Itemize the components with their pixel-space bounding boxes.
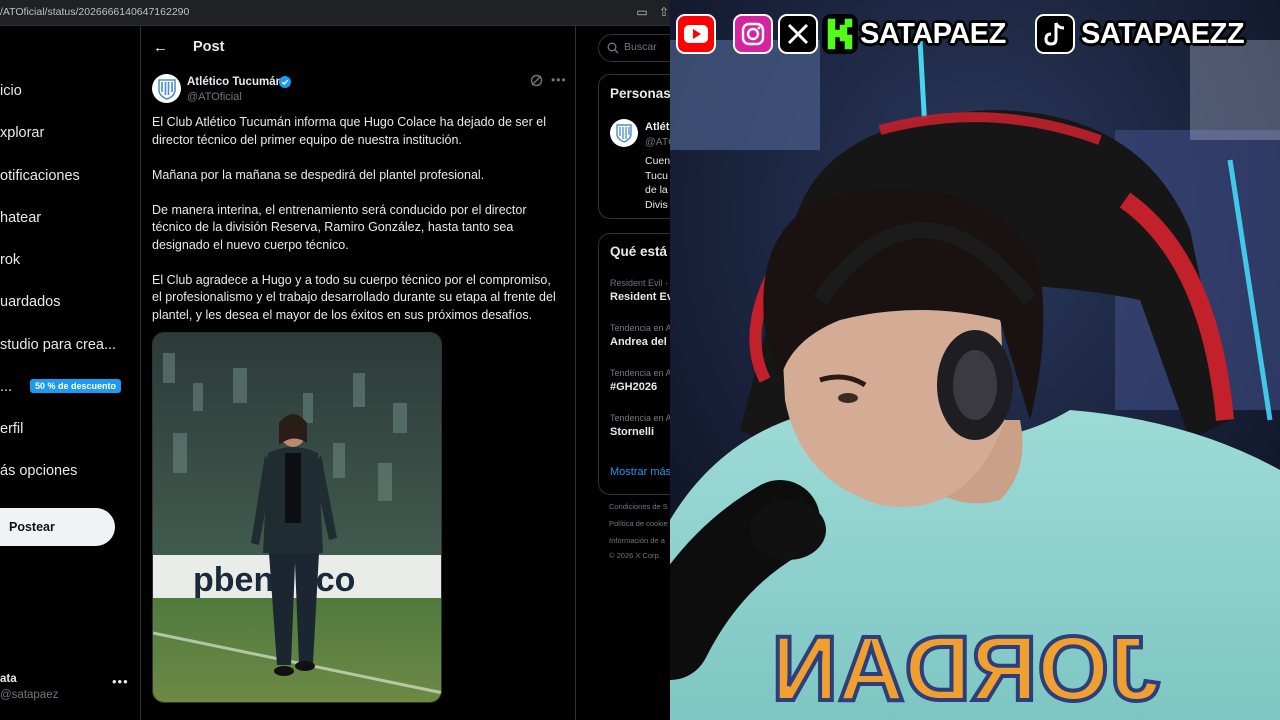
kick-handle: SATAPAEZ bbox=[860, 18, 1006, 50]
post-paragraph: El Club Atlético Tucumán informa que Hug… bbox=[152, 115, 546, 147]
people-bio-line: de la bbox=[645, 184, 668, 196]
right-sidebar: Buscar Personas Atlét @ATO Cuen Tucu de … bbox=[576, 26, 670, 720]
nav-item-notifications[interactable]: otificaciones bbox=[0, 168, 80, 184]
trend-context: Tendencia en A bbox=[610, 413, 670, 423]
trends-panel-title: Qué está bbox=[610, 244, 668, 259]
account-handle[interactable]: @satapaez bbox=[0, 689, 58, 701]
post-paragraph: Mañana por la mañana se despedirá del pl… bbox=[152, 167, 485, 182]
footer-link-ads-info[interactable]: Información de a bbox=[609, 536, 665, 545]
nav-item-more-options[interactable]: ás opciones bbox=[0, 463, 77, 479]
url-text[interactable]: /ATOficial/status/2026666140647162290 bbox=[0, 6, 189, 18]
nav-item-grok[interactable]: rok bbox=[0, 252, 20, 268]
show-more-link[interactable]: Mostrar más bbox=[610, 466, 670, 478]
tiktok-handle: SATAPAEZZ bbox=[1081, 18, 1245, 50]
youtube-icon bbox=[676, 14, 716, 54]
search-placeholder: Buscar bbox=[624, 41, 657, 53]
people-handle[interactable]: @ATO bbox=[645, 136, 670, 148]
post-paragraph: De manera interina, el entrenamiento ser… bbox=[152, 202, 527, 252]
people-bio-line: Divis bbox=[645, 198, 668, 211]
kick-icon bbox=[822, 14, 858, 54]
trend-context: Resident Evil · bbox=[610, 278, 669, 288]
trend-context: Tendencia en A bbox=[610, 323, 670, 333]
premium-discount-badge[interactable]: 50 % de descuento bbox=[30, 379, 122, 393]
x-icon bbox=[778, 14, 818, 54]
post-paragraph: El Club agradece a Hugo y a todo su cuer… bbox=[152, 272, 556, 322]
nav-item-premium[interactable]: ... bbox=[0, 379, 12, 395]
nav-item-explore[interactable]: xplorar bbox=[0, 125, 44, 141]
trend-item[interactable]: Stornelli bbox=[610, 426, 654, 438]
account-more-icon[interactable]: ••• bbox=[112, 674, 129, 689]
grok-icon[interactable] bbox=[530, 74, 543, 87]
coach-on-pitch-photo: pbentifico bbox=[153, 333, 441, 702]
page-title: Post bbox=[193, 39, 225, 55]
account-name[interactable]: ata bbox=[0, 673, 17, 685]
people-panel-title: Personas bbox=[610, 86, 670, 101]
post-text: El Club Atlético Tucumán informa que Hug… bbox=[152, 114, 564, 342]
nav-item-bookmarks[interactable]: uardados bbox=[0, 294, 60, 310]
author-name[interactable]: Atlético Tucumán bbox=[187, 76, 283, 88]
club-crest-icon bbox=[157, 78, 176, 100]
tiktok-icon bbox=[1035, 14, 1075, 54]
trend-context: Tendencia en A bbox=[610, 368, 670, 378]
nav-item-creator-studio[interactable]: studio para crea... bbox=[0, 337, 116, 353]
browser-window: /ATOficial/status/2026666140647162290 ▭ … bbox=[0, 0, 670, 720]
author-handle[interactable]: @ATOficial bbox=[187, 91, 242, 103]
nav-item-chat[interactable]: hatear bbox=[0, 210, 41, 226]
instagram-icon bbox=[733, 14, 773, 54]
post-column: ← Post Atlético Tucumán @ATOficial ••• E… bbox=[141, 26, 576, 720]
trend-item[interactable]: Andrea del bbox=[610, 336, 667, 348]
share-icon[interactable]: ⇧ bbox=[656, 4, 670, 20]
nav-item-home[interactable]: icio bbox=[0, 83, 22, 99]
search-input[interactable]: Buscar bbox=[598, 34, 670, 62]
people-bio-line: Cuen bbox=[645, 155, 670, 167]
streamer-webcam-image: JORDAN bbox=[670, 0, 1280, 720]
left-navigation: icio xplorar otificaciones hatear rok ua… bbox=[0, 26, 141, 720]
nav-item-profile[interactable]: erfil bbox=[0, 421, 23, 437]
people-bio-line: Tucu bbox=[645, 169, 668, 182]
verified-badge-icon bbox=[279, 76, 291, 88]
search-icon bbox=[607, 42, 619, 54]
club-crest-icon bbox=[616, 124, 632, 143]
footer-copyright: © 2026 X Corp. bbox=[609, 551, 661, 560]
svg-text:JORDAN: JORDAN bbox=[772, 618, 1160, 720]
people-panel: Personas Atlét @ATO Cuen Tucu de la Divi… bbox=[598, 74, 670, 219]
trends-panel: Qué está Resident Evil · Resident Ev Ten… bbox=[598, 233, 670, 495]
people-avatar[interactable] bbox=[610, 119, 638, 147]
post-more-icon[interactable]: ••• bbox=[551, 73, 567, 87]
people-bio: Cuen Tucu de la Divis bbox=[645, 154, 670, 212]
trend-item[interactable]: #GH2026 bbox=[610, 381, 657, 393]
people-name[interactable]: Atlét bbox=[645, 121, 669, 133]
webcam-feed: JORDAN bbox=[670, 0, 1280, 720]
footer-link-cookies[interactable]: Política de cookie bbox=[609, 519, 668, 528]
address-bar[interactable]: /ATOficial/status/2026666140647162290 ▭ … bbox=[0, 0, 670, 26]
screen-cast-icon[interactable]: ▭ bbox=[634, 4, 650, 20]
post-image[interactable]: pbentifico bbox=[152, 332, 442, 703]
author-avatar[interactable] bbox=[152, 74, 181, 103]
trend-item[interactable]: Resident Ev bbox=[610, 291, 670, 303]
footer-link-terms[interactable]: Condiciones de S bbox=[609, 502, 668, 511]
back-arrow-icon[interactable]: ← bbox=[153, 39, 168, 56]
social-overlay: SATAPAEZ SATAPAEZZ bbox=[676, 12, 1276, 60]
post-button[interactable]: Postear bbox=[0, 508, 115, 546]
